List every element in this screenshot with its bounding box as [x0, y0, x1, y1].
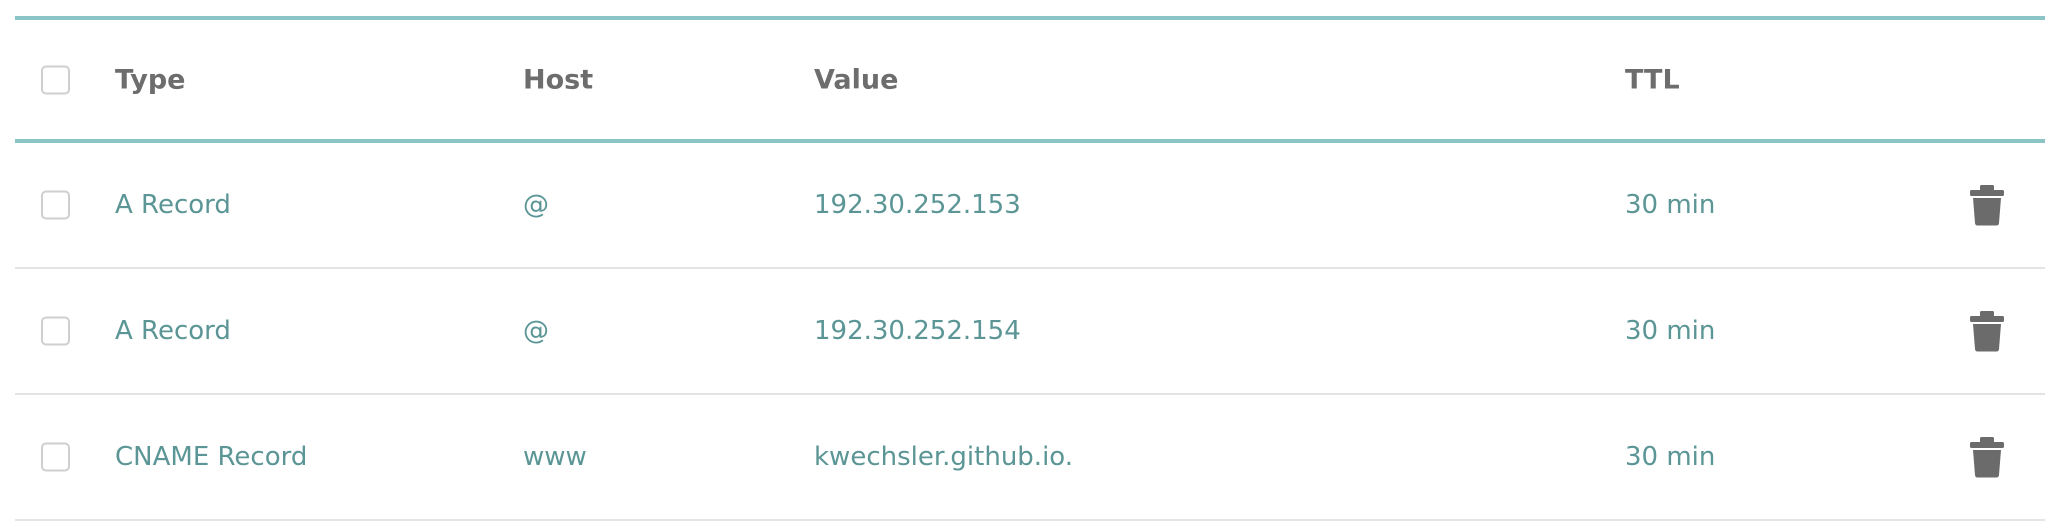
column-header-value[interactable]: Value [814, 66, 898, 93]
row-checkbox-cell [41, 190, 70, 220]
table-header: Type Host Value TTL [15, 20, 2045, 143]
trash-icon[interactable] [1969, 310, 2005, 352]
row-checkbox-cell [41, 442, 70, 472]
record-host[interactable]: @ [523, 192, 549, 218]
delete-record-button[interactable] [1969, 310, 2005, 352]
trash-icon[interactable] [1969, 436, 2005, 478]
record-type[interactable]: A Record [115, 192, 231, 218]
select-all-checkbox-cell [41, 65, 70, 94]
record-host[interactable]: www [523, 444, 587, 470]
record-value[interactable]: 192.30.252.153 [814, 192, 1021, 218]
record-value[interactable]: kwechsler.github.io. [814, 444, 1073, 470]
dns-records-table: Type Host Value TTL A Record @ 192.30.25… [15, 16, 2045, 521]
row-checkbox[interactable] [41, 316, 70, 346]
record-ttl[interactable]: 30 min [1625, 318, 1715, 344]
table-row: A Record @ 192.30.252.154 30 min [15, 269, 2045, 395]
record-type[interactable]: CNAME Record [115, 444, 307, 470]
record-value[interactable]: 192.30.252.154 [814, 318, 1021, 344]
column-header-host[interactable]: Host [523, 66, 593, 93]
trash-icon[interactable] [1969, 184, 2005, 226]
row-checkbox[interactable] [41, 442, 70, 472]
record-type[interactable]: A Record [115, 318, 231, 344]
table-row: A Record @ 192.30.252.153 30 min [15, 143, 2045, 269]
delete-record-button[interactable] [1969, 184, 2005, 226]
record-ttl[interactable]: 30 min [1625, 192, 1715, 218]
column-header-ttl[interactable]: TTL [1625, 66, 1680, 93]
row-checkbox[interactable] [41, 190, 70, 220]
row-checkbox-cell [41, 316, 70, 346]
record-ttl[interactable]: 30 min [1625, 444, 1715, 470]
select-all-checkbox[interactable] [41, 65, 70, 94]
table-row: CNAME Record www kwechsler.github.io. 30… [15, 395, 2045, 521]
delete-record-button[interactable] [1969, 436, 2005, 478]
column-header-type[interactable]: Type [115, 66, 185, 93]
record-host[interactable]: @ [523, 318, 549, 344]
